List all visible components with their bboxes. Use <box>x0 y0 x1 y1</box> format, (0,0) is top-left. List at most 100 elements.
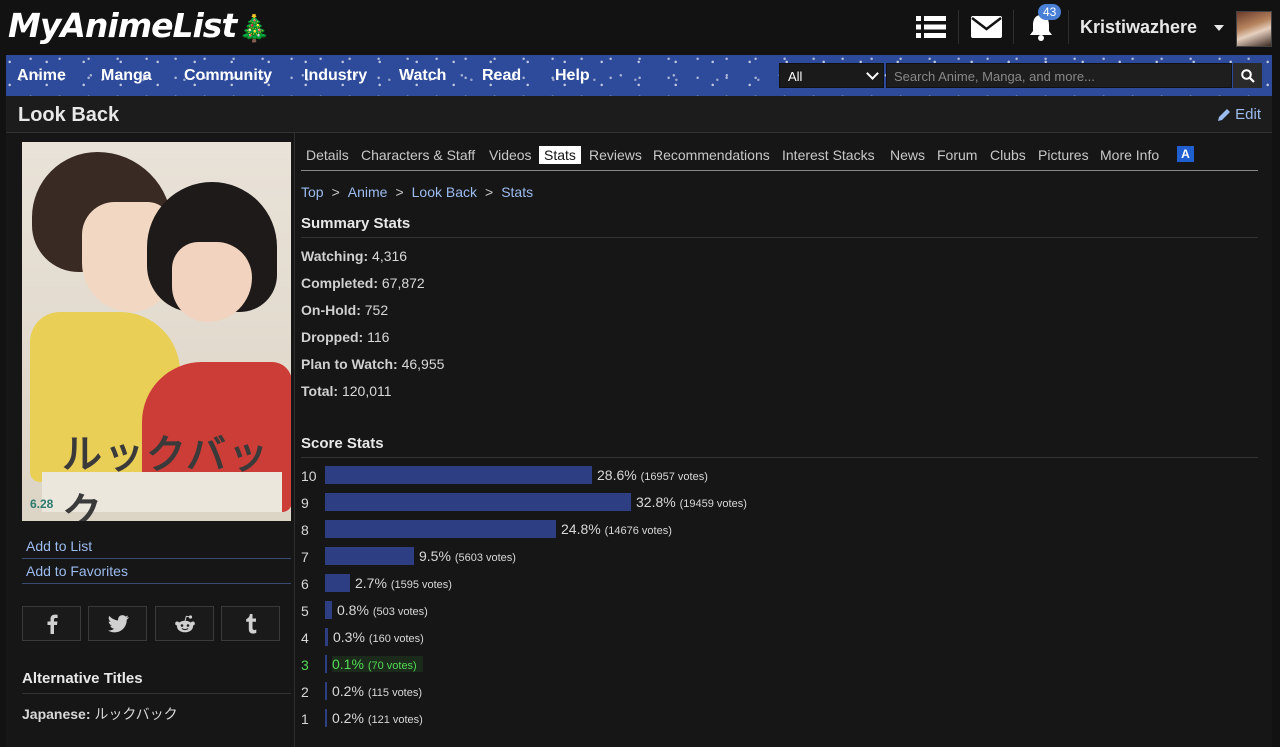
score-votes: (16957 votes) <box>640 471 708 483</box>
edit-link[interactable]: Edit <box>1217 106 1261 123</box>
tab-details[interactable]: Details <box>301 146 354 164</box>
summary-value: 4,316 <box>372 248 408 264</box>
title-bar: Look Back Edit <box>6 96 1272 133</box>
breadcrumb-stats[interactable]: Stats <box>501 184 533 200</box>
tab-clubs[interactable]: Clubs <box>985 146 1031 164</box>
score-percent-label: 0.2% (115 votes) <box>332 683 422 699</box>
caret-down-icon[interactable] <box>1214 25 1224 31</box>
search-category-value: All <box>788 69 803 84</box>
score-bar <box>325 601 332 619</box>
breadcrumb-look-back[interactable]: Look Back <box>412 184 477 200</box>
tab-pictures[interactable]: Pictures <box>1033 146 1094 164</box>
tab-reviews[interactable]: Reviews <box>584 146 647 164</box>
add-to-list-link[interactable]: Add to List <box>22 535 291 559</box>
score-votes: (160 votes) <box>368 633 424 645</box>
summary-label: Plan to Watch: <box>301 356 398 372</box>
notification-count-badge: 43 <box>1038 4 1062 20</box>
score-value: 5 <box>301 603 309 619</box>
summary-label: On-Hold: <box>301 302 361 318</box>
breadcrumb-anime[interactable]: Anime <box>348 184 388 200</box>
nav-anime[interactable]: Anime <box>17 67 66 85</box>
anime-poster[interactable]: ルックバック 6.28 <box>22 142 291 521</box>
nav-industry[interactable]: Industry <box>304 67 367 85</box>
site-logo[interactable]: MyAnimeList🎄 <box>8 6 271 45</box>
summary-label: Completed: <box>301 275 378 291</box>
score-value: 10 <box>301 468 317 484</box>
score-bar <box>325 520 556 538</box>
score-votes: (115 votes) <box>367 687 423 699</box>
score-percent: 9.5% <box>419 548 451 564</box>
search-icon <box>1240 68 1255 83</box>
search-category-select[interactable]: All <box>779 63 884 88</box>
summary-dropped: Dropped: 116 <box>301 329 389 345</box>
score-votes: (121 votes) <box>367 714 423 726</box>
summary-value: 120,011 <box>341 383 392 399</box>
facebook-share-button[interactable] <box>22 606 81 641</box>
header-divider <box>958 10 959 44</box>
summary-stats-heading: Summary Stats <box>301 215 1258 238</box>
tab-characters-staff[interactable]: Characters & Staff <box>356 146 480 164</box>
score-percent: 0.8% <box>337 602 369 618</box>
score-percent-label: 0.3% (160 votes) <box>333 629 424 645</box>
score-bar <box>325 628 328 646</box>
tab-interest-stacks[interactable]: Interest Stacks <box>777 146 880 164</box>
score-votes: (503 votes) <box>372 606 428 618</box>
username-menu[interactable]: Kristiwazhere <box>1080 17 1197 38</box>
japanese-value: ルックバック <box>94 706 178 722</box>
summary-value: 67,872 <box>381 275 425 291</box>
score-percent: 32.8% <box>636 494 676 510</box>
tab-stats[interactable]: Stats <box>539 146 581 164</box>
score-votes: (1595 votes) <box>390 579 452 591</box>
score-percent-label: 28.6% (16957 votes) <box>597 467 708 483</box>
nav-community[interactable]: Community <box>184 67 272 85</box>
header-divider <box>1013 10 1014 44</box>
nav-manga[interactable]: Manga <box>101 67 152 85</box>
list-icon[interactable] <box>915 12 947 42</box>
score-percent-label: 24.8% (14676 votes) <box>561 521 672 537</box>
score-bar <box>325 709 327 727</box>
tab-forum[interactable]: Forum <box>932 146 982 164</box>
score-value: 8 <box>301 522 309 538</box>
score-votes: (70 votes) <box>367 660 417 672</box>
nav-help[interactable]: Help <box>555 67 590 85</box>
tab-videos[interactable]: Videos <box>484 146 537 164</box>
score-value: 9 <box>301 495 309 511</box>
summary-label: Total: <box>301 383 339 399</box>
summary-label: Dropped: <box>301 329 364 345</box>
score-percent: 0.3% <box>333 629 365 645</box>
nav-watch[interactable]: Watch <box>399 67 446 85</box>
twitter-icon <box>107 614 129 632</box>
tumblr-icon <box>245 613 256 634</box>
tumblr-share-button[interactable] <box>221 606 280 641</box>
anime-tabs: Details Characters & Staff Videos Stats … <box>301 142 1258 171</box>
alternative-titles-heading: Alternative Titles <box>22 670 291 694</box>
breadcrumb-separator: > <box>395 184 404 200</box>
score-percent: 0.1% <box>332 656 364 672</box>
message-icon[interactable] <box>970 12 1002 42</box>
score-bar <box>325 466 592 484</box>
anilist-logo-icon[interactable]: A <box>1177 146 1194 162</box>
score-percent-label: 0.1% (70 votes) <box>332 656 423 672</box>
breadcrumb: Top > Anime > Look Back > Stats <box>301 184 533 200</box>
avatar[interactable] <box>1236 11 1272 47</box>
breadcrumb-top[interactable]: Top <box>301 184 324 200</box>
reddit-share-button[interactable] <box>155 606 214 641</box>
summary-value: 116 <box>367 329 390 345</box>
logo-text: MyAnimeList <box>8 6 237 45</box>
tab-recommendations[interactable]: Recommendations <box>648 146 775 164</box>
search-button[interactable] <box>1233 63 1262 88</box>
nav-read[interactable]: Read <box>482 67 521 85</box>
score-votes: (5603 votes) <box>454 552 516 564</box>
score-bar <box>325 493 631 511</box>
japanese-title: Japanese: ルックバック <box>22 704 178 724</box>
score-bar <box>325 574 350 592</box>
tab-more-info[interactable]: More Info <box>1095 146 1164 164</box>
japanese-label: Japanese: <box>22 706 91 722</box>
score-percent: 0.2% <box>332 683 364 699</box>
add-to-favorites-link[interactable]: Add to Favorites <box>22 560 291 584</box>
summary-value: 752 <box>364 302 389 318</box>
tab-news[interactable]: News <box>885 146 930 164</box>
search-input[interactable]: Search Anime, Manga, and more... <box>886 63 1232 88</box>
twitter-share-button[interactable] <box>88 606 147 641</box>
summary-plan-to-watch: Plan to Watch: 46,955 <box>301 356 444 372</box>
